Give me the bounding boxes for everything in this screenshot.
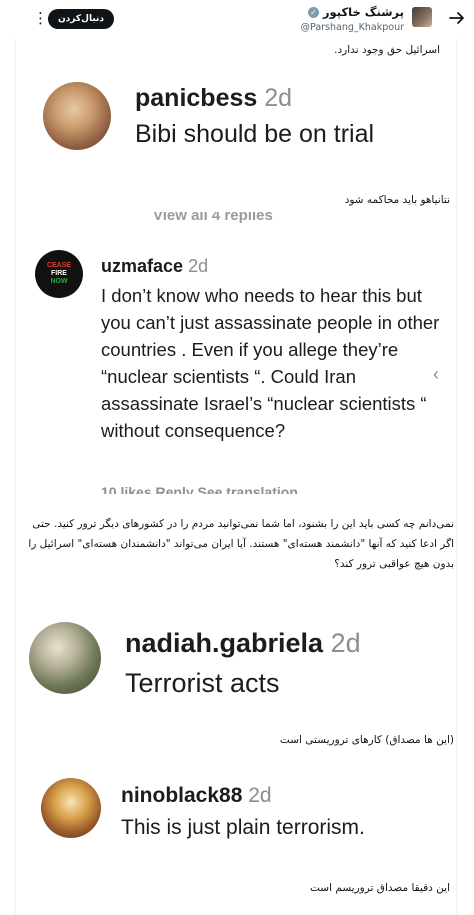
translation-4: این دقیقا مصداق تروریسم است (309, 882, 450, 894)
arrow-right-icon[interactable] (448, 9, 466, 27)
author-avatar[interactable] (412, 7, 432, 27)
translation-2: نمی‌دانم چه کسی باید این را بشنود، اما ش… (28, 518, 454, 570)
comment-time: 2d (248, 784, 272, 807)
comment-screenshot-1: panicbess 2d Bibi should be on trial (17, 64, 455, 182)
more-options-icon[interactable]: ⋮ (33, 9, 48, 29)
avatar-text-line: CEASE (46, 262, 72, 269)
follow-button[interactable]: دنبال‌کردن (48, 9, 114, 29)
author-display-name[interactable]: پرشنگ خاکپور (323, 5, 404, 19)
comment-avatar-uzmaface: CEASE FIRE NOW (35, 250, 83, 298)
author-name-line[interactable]: پرشنگ خاکپور ✓ (307, 5, 404, 19)
comment-username-line: ninoblack88 2d (121, 784, 272, 808)
comment-username-line: panicbess 2d (135, 84, 292, 113)
chevron-right-icon[interactable]: ‹ (433, 364, 439, 385)
comment-username[interactable]: uzmaface (101, 256, 183, 276)
comment-avatar-panicbess (43, 82, 111, 150)
comment-time: 2d (264, 84, 293, 112)
comment-avatar-ninoblack88 (41, 778, 101, 838)
comment-screenshot-4: ninoblack88 2d This is just plain terror… (17, 766, 455, 866)
verified-badge-icon: ✓ (307, 6, 319, 18)
author-handle[interactable]: @Parshang_Khakpour (301, 22, 404, 33)
view-replies-link[interactable]: View all 4 replies (153, 212, 273, 224)
intro-text: اسرائیل حق وجود ندارد. (334, 44, 440, 56)
comment-screenshot-3: nadiah.gabriela 2d Terrorist acts (17, 610, 455, 718)
avatar-text-line: FIRE (51, 270, 67, 277)
comment-username[interactable]: panicbess (135, 84, 257, 112)
comment-screenshot-2: View all 4 replies CEASE FIRE NOW uzmafa… (17, 212, 455, 494)
comment-time: 2d (330, 628, 361, 658)
comment-time: 2d (188, 256, 209, 276)
comment-username-line: uzmaface 2d (101, 256, 208, 277)
comment-text: This is just plain terrorism. (121, 816, 365, 839)
comment-text: Bibi should be on trial (135, 120, 375, 148)
comment-username-line: nadiah.gabriela 2d (125, 628, 361, 659)
translation-1: نتانیاهو باید محاکمه شود (344, 194, 450, 206)
translation-3: (این ها مصداق) کارهای تروریستی است (279, 734, 454, 746)
comment-actions[interactable]: 10 likes Reply See translation (101, 484, 298, 494)
avatar-text-line: NOW (50, 278, 68, 285)
comment-username[interactable]: nadiah.gabriela (125, 628, 323, 658)
comment-text: I don’t know who needs to hear this but … (101, 285, 440, 441)
comment-username[interactable]: ninoblack88 (121, 784, 242, 807)
comment-text: Terrorist acts (125, 668, 280, 698)
tweet-header: پرشنگ خاکپور ✓ @Parshang_Khakpour دنبال‌… (0, 0, 474, 38)
comment-avatar-nadiah (29, 622, 101, 694)
